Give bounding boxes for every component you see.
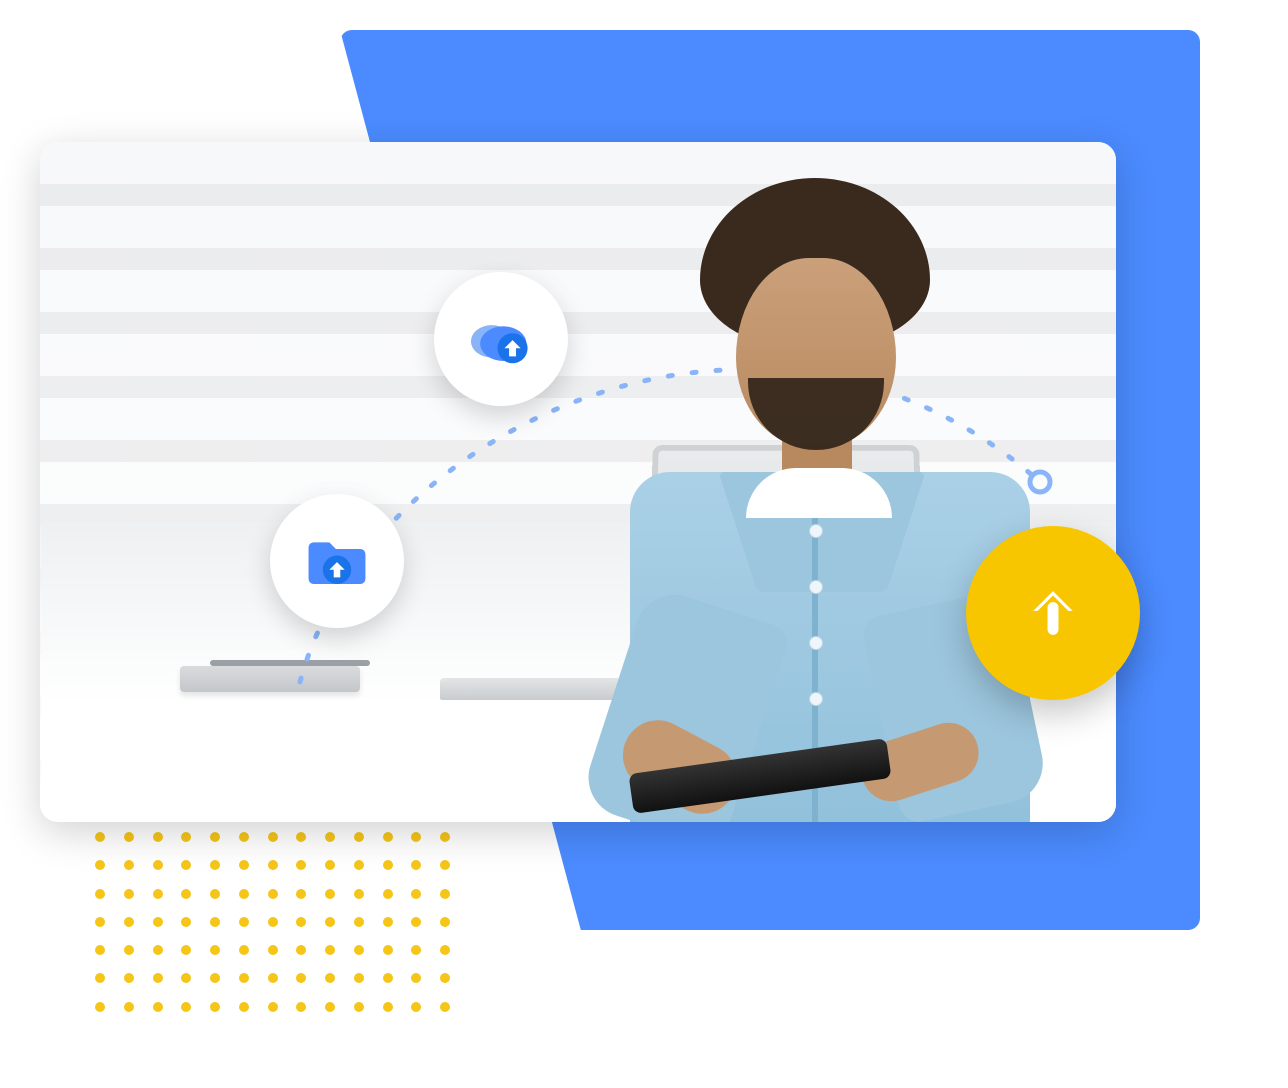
upload-button[interactable]: [966, 526, 1140, 700]
folder-upload-badge: [270, 494, 404, 628]
person-with-tablet: [560, 172, 1080, 822]
arrow-up-icon: [1018, 578, 1088, 648]
cloud-upload-badge: [434, 272, 568, 406]
cloud-upload-icon: [464, 302, 538, 376]
decorative-dot-grid: [95, 832, 451, 1012]
hero-graphic: [0, 0, 1288, 1088]
notebook-prop: [180, 666, 360, 692]
folder-upload-icon: [302, 526, 372, 596]
pen-prop: [210, 660, 370, 666]
photo-card: [40, 142, 1116, 822]
